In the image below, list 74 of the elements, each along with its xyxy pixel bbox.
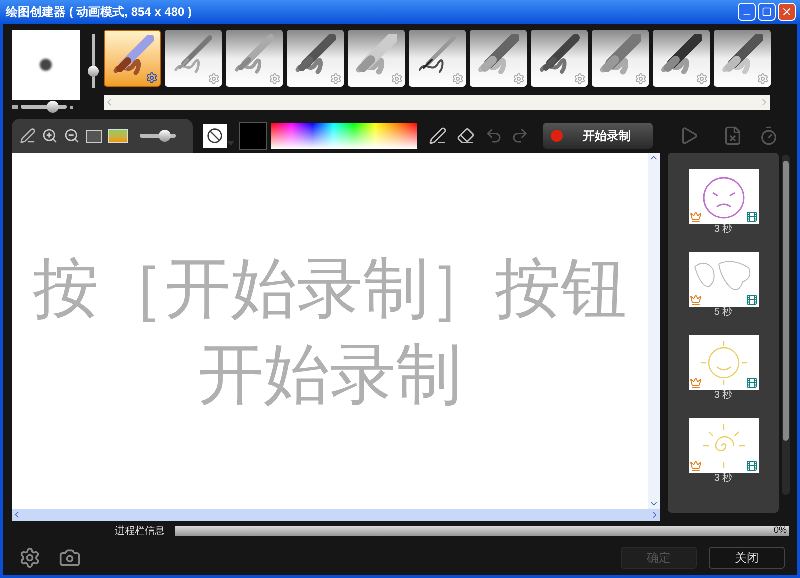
gear-icon — [635, 73, 647, 85]
brush-tile[interactable] — [470, 30, 527, 87]
size-large-icon — [70, 106, 73, 108]
brush-tile[interactable] — [714, 30, 771, 87]
progress-reading: 0% — [774, 524, 787, 537]
brush-tile[interactable] — [104, 30, 161, 87]
edit-icon[interactable] — [20, 128, 36, 144]
eraser-icon[interactable] — [457, 127, 475, 145]
brush-tile[interactable] — [531, 30, 588, 87]
vertical-scrollbar[interactable] — [782, 155, 790, 495]
slider-thumb[interactable] — [159, 130, 172, 142]
size-small-icon — [12, 105, 18, 109]
gear-icon — [574, 73, 586, 85]
brush-tile[interactable] — [409, 30, 466, 87]
pen-icon[interactable] — [429, 127, 447, 145]
color-spectrum[interactable] — [271, 123, 417, 149]
timer-icon[interactable] — [759, 126, 779, 146]
crown-icon — [690, 211, 702, 223]
film-icon — [746, 211, 758, 223]
gear-icon — [208, 73, 220, 85]
dialog-button[interactable]: 关闭 — [709, 546, 785, 568]
color-swatch[interactable] — [239, 122, 267, 150]
zoom-in-icon[interactable] — [42, 128, 58, 144]
no-color-button[interactable] — [203, 124, 227, 148]
gear-icon — [391, 73, 403, 85]
close-icon — [781, 6, 793, 18]
brush-tile[interactable] — [287, 30, 344, 87]
actual-size-icon[interactable] — [86, 130, 102, 142]
zoom-out-icon[interactable] — [64, 128, 80, 144]
film-icon — [746, 460, 758, 472]
crown-icon — [690, 460, 702, 472]
canvas-text: 开始录制 — [198, 341, 462, 407]
progress-label: 进程栏信息 — [115, 524, 166, 538]
maximize-button[interactable] — [758, 3, 776, 21]
undo-icon[interactable] — [485, 127, 503, 145]
gear-icon — [513, 73, 525, 85]
slider-thumb[interactable] — [88, 66, 98, 77]
record-button[interactable]: 开始录制 — [543, 123, 653, 149]
frame-duration: 3 秒 — [714, 224, 733, 236]
brush-tile[interactable] — [165, 30, 222, 87]
gear-icon — [757, 73, 769, 85]
brush-tile[interactable] — [348, 30, 405, 87]
frame-duration: 3 秒 — [714, 473, 733, 485]
record-icon — [551, 130, 563, 142]
gear-icon — [452, 73, 464, 85]
crown-icon — [690, 377, 702, 389]
brush-preview — [12, 30, 80, 100]
settings-icon[interactable] — [19, 546, 41, 568]
canvas-text: 按［开始录制］按钮 — [33, 255, 627, 321]
film-icon — [746, 294, 758, 306]
slider-thumb[interactable] — [47, 101, 60, 113]
brush-tile[interactable] — [592, 30, 649, 87]
frame-thumbnail[interactable] — [688, 252, 758, 307]
frame-thumbnail[interactable] — [688, 418, 758, 473]
gear-icon — [330, 73, 342, 85]
frame-duration: 5 秒 — [714, 307, 733, 319]
film-icon — [746, 377, 758, 389]
close-button[interactable] — [778, 3, 796, 21]
gear-icon — [146, 72, 158, 84]
minimize-button[interactable] — [738, 3, 756, 21]
frame-thumbnail[interactable] — [688, 169, 758, 224]
frame-duration: 3 秒 — [714, 390, 733, 402]
frame-thumbnail[interactable] — [688, 335, 758, 390]
vertical-scrollbar[interactable] — [648, 153, 660, 509]
gear-icon — [696, 73, 708, 85]
crown-icon — [690, 294, 702, 306]
delete-frame-icon[interactable] — [723, 126, 743, 146]
brush-tile[interactable] — [226, 30, 283, 87]
horizontal-scrollbar[interactable] — [12, 509, 660, 521]
redo-icon[interactable] — [511, 127, 529, 145]
window-title: 绘图创建器 ( 动画模式, 854 x 480 ) — [6, 4, 194, 21]
maximize-icon — [762, 7, 772, 17]
gear-icon — [269, 73, 281, 85]
brush-tile[interactable] — [653, 30, 710, 87]
